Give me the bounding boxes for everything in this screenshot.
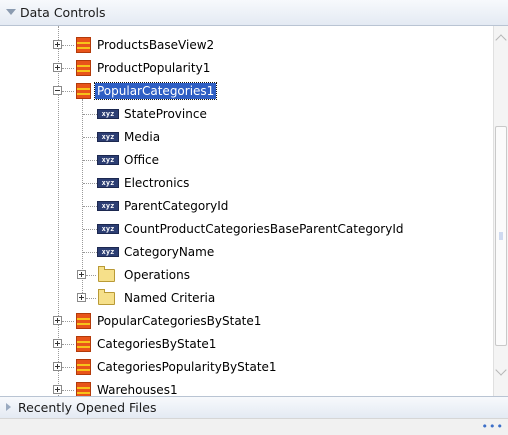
tree-node-stateprovince[interactable]: xyz StateProvince (0, 103, 493, 126)
recently-opened-files-header[interactable]: Recently Opened Files (0, 396, 508, 418)
vertical-scrollbar[interactable] (493, 26, 508, 396)
scroll-up-arrow-icon[interactable] (495, 34, 507, 46)
expand-icon[interactable] (77, 293, 86, 302)
expand-icon[interactable] (77, 270, 86, 279)
tree-connector (62, 390, 74, 391)
status-bar: ••• (0, 418, 508, 435)
tree-connector (86, 275, 96, 276)
tree-connector (83, 137, 97, 138)
tree-connector (62, 367, 74, 368)
attribute-icon: xyz (97, 109, 119, 119)
expand-icon[interactable] (53, 63, 62, 72)
view-object-icon (76, 359, 91, 375)
tree-node-label: CategoriesPopularityByState1 (97, 360, 277, 374)
view-object-icon (76, 37, 91, 53)
tree-node-label: CategoriesByState1 (97, 337, 217, 351)
expand-icon[interactable] (53, 339, 62, 348)
tree-node-categoryname[interactable]: xyz CategoryName (0, 241, 493, 264)
expand-triangle-icon[interactable] (6, 403, 11, 411)
tree-node-label: CountProductCategoriesBaseParentCategory… (124, 222, 404, 236)
attribute-icon: xyz (97, 132, 119, 142)
expand-icon[interactable] (53, 40, 62, 49)
tree-connector (62, 45, 74, 46)
tree-connector (83, 229, 97, 230)
attribute-icon: xyz (97, 178, 119, 188)
tree-connector (83, 160, 97, 161)
tree-node-label: Office (124, 153, 160, 167)
tree-node-label: Named Criteria (124, 291, 216, 305)
collapse-chevron-icon[interactable] (6, 9, 16, 15)
tree-connector (62, 344, 74, 345)
scroll-down-arrow-icon[interactable] (495, 364, 507, 376)
tree-node-parentcategoryid[interactable]: xyz ParentCategoryId (0, 195, 493, 218)
tree-node-categoriesbystate1[interactable]: CategoriesByState1 (0, 333, 493, 356)
attribute-icon: xyz (97, 201, 119, 211)
view-object-icon (76, 336, 91, 352)
tree-connector (62, 91, 74, 92)
tree-connector (62, 68, 74, 69)
tree-node-label: StateProvince (124, 107, 207, 121)
tree-connector (83, 252, 97, 253)
expand-icon[interactable] (53, 316, 62, 325)
attribute-icon: xyz (97, 247, 119, 257)
tree-node-named-criteria[interactable]: Named Criteria (0, 287, 493, 310)
tree-node-productsbaseview2[interactable]: ProductsBaseView2 (0, 34, 493, 57)
tree-node-media[interactable]: xyz Media (0, 126, 493, 149)
tree-node-categoriespopularitybystate1[interactable]: CategoriesPopularityByState1 (0, 356, 493, 379)
data-controls-tree[interactable]: ProductsBaseView2 ProductPopularity1 Pop… (0, 26, 493, 396)
tree-node-label: ProductsBaseView2 (97, 38, 215, 52)
view-object-icon (76, 382, 91, 396)
section-title: Recently Opened Files (18, 400, 157, 415)
tree-node-label: CategoryName (124, 245, 215, 259)
tree-node-countproductcategories[interactable]: xyz CountProductCategoriesBaseParentCate… (0, 218, 493, 241)
tree-node-label: Electronics (124, 176, 190, 190)
tree-node-label: Media (124, 130, 161, 144)
tree-node-warehouses1[interactable]: Warehouses1 (0, 379, 493, 396)
tree-node-electronics[interactable]: xyz Electronics (0, 172, 493, 195)
folder-icon (98, 289, 115, 305)
attribute-icon: xyz (97, 224, 119, 234)
scrollbar-thumb[interactable] (495, 126, 507, 346)
view-object-icon (76, 83, 91, 99)
tree-connector (62, 321, 74, 322)
expand-icon[interactable] (53, 385, 62, 394)
tree-node-label: PopularCategories1 (93, 82, 218, 100)
folder-icon (98, 266, 115, 282)
collapse-icon[interactable] (53, 86, 62, 95)
tree-node-popularcategories1[interactable]: PopularCategories1 (0, 80, 493, 103)
view-object-icon (76, 313, 91, 329)
more-options-icon[interactable]: ••• (482, 420, 504, 433)
tree-connector (83, 114, 97, 115)
tree-node-productpopularity1[interactable]: ProductPopularity1 (0, 57, 493, 80)
tree-node-label: Operations (124, 268, 190, 282)
tree-node-office[interactable]: xyz Office (0, 149, 493, 172)
attribute-icon: xyz (97, 155, 119, 165)
tree-node-label: PopularCategoriesByState1 (97, 314, 262, 328)
expand-icon[interactable] (53, 362, 62, 371)
tree-connector (83, 206, 97, 207)
tree-node-popularcategoriesbystate1[interactable]: PopularCategoriesByState1 (0, 310, 493, 333)
view-object-icon (76, 60, 91, 76)
tree-node-operations[interactable]: Operations (0, 264, 493, 287)
tree-connector (83, 183, 97, 184)
tree-node-label: ProductPopularity1 (97, 61, 211, 75)
data-controls-header[interactable]: Data Controls (0, 0, 508, 26)
panel-title: Data Controls (20, 5, 106, 20)
tree-node-label: ParentCategoryId (124, 199, 229, 213)
tree-node-label: Warehouses1 (97, 383, 178, 396)
tree-connector (86, 298, 96, 299)
